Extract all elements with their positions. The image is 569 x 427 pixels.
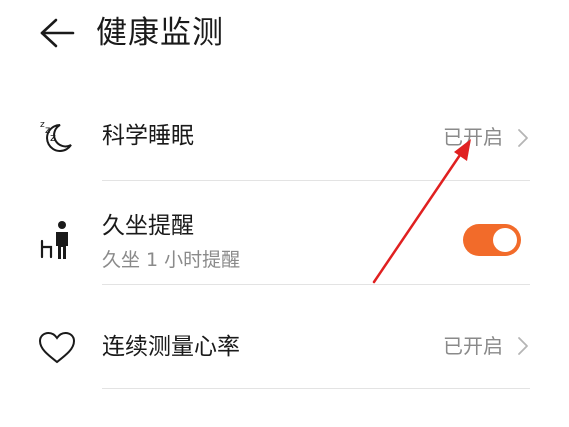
health-monitoring-page: 健康监测 z z z 科学睡眠 已开启 久坐提醒 久坐 1 小时提醒 连续测量心… bbox=[0, 0, 569, 427]
row-sublabel: 久坐 1 小时提醒 bbox=[102, 249, 241, 271]
row-label: 科学睡眠 bbox=[102, 123, 194, 149]
chevron-right-icon bbox=[518, 129, 528, 147]
row-status-value: 已开启 bbox=[443, 334, 503, 358]
heart-outline-icon bbox=[38, 331, 76, 364]
svg-text:z: z bbox=[50, 131, 56, 144]
row-continuous-heart-rate[interactable]: 连续测量心率 已开启 bbox=[0, 285, 569, 388]
page-title: 健康监测 bbox=[96, 15, 224, 51]
row-status-value: 已开启 bbox=[443, 125, 503, 149]
header-bar: 健康监测 bbox=[0, 0, 569, 70]
sedentary-reminder-toggle[interactable] bbox=[463, 224, 521, 256]
chevron-right-icon bbox=[518, 337, 528, 355]
row-label: 连续测量心率 bbox=[102, 334, 240, 360]
toggle-knob bbox=[493, 228, 517, 252]
divider bbox=[102, 388, 530, 389]
back-arrow-icon[interactable] bbox=[38, 16, 76, 50]
sedentary-person-chair-icon bbox=[40, 221, 68, 259]
sleep-moon-icon: z z z bbox=[40, 120, 72, 152]
row-sedentary-reminder: 久坐提醒 久坐 1 小时提醒 bbox=[0, 181, 569, 284]
row-science-sleep[interactable]: z z z 科学睡眠 已开启 bbox=[0, 100, 569, 180]
row-label: 久坐提醒 bbox=[102, 213, 194, 239]
